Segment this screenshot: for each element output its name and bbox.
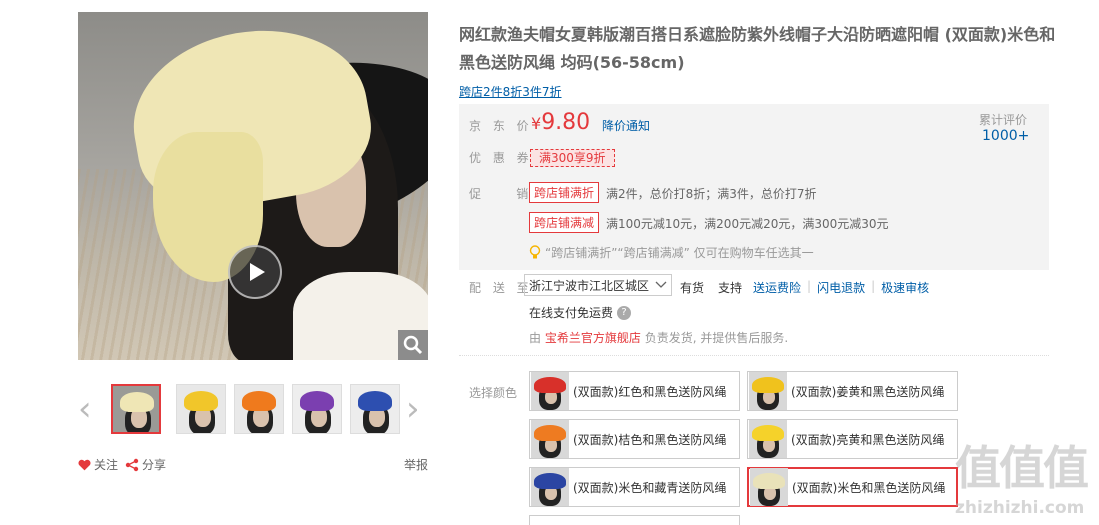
service-fast-review[interactable]: 极速审核 xyxy=(881,279,929,296)
color-option-thumbnail xyxy=(749,372,787,410)
thumbnail-3[interactable] xyxy=(234,384,284,434)
watermark-logo: 值值值 xyxy=(955,441,1089,495)
promotion-label: 促 销 xyxy=(469,187,533,201)
thumbnail-hat xyxy=(242,391,276,411)
color-option-6[interactable]: (双面款)米色和黑色送防风绳 xyxy=(747,467,958,507)
watermark-url: zhizhizhi.com xyxy=(955,498,1085,518)
magnifier-icon xyxy=(403,335,423,355)
color-option-label: (双面款)桔色和黑色送防风绳 xyxy=(573,432,727,447)
price-notify-link[interactable]: 降价通知 xyxy=(602,117,650,134)
share-icon xyxy=(125,458,139,471)
service-list: 送运费险 | 闪电退款 | 极速审核 xyxy=(753,279,930,296)
thumbnail-5[interactable] xyxy=(350,384,400,434)
free-shipping-text: 在线支付免运费 xyxy=(529,306,614,320)
thumbnail-hat xyxy=(120,392,154,412)
heart-icon xyxy=(78,459,91,470)
thumbnail-hat xyxy=(300,391,334,411)
thumbnail-hat xyxy=(184,391,218,411)
lightbulb-icon xyxy=(529,245,541,259)
color-option-4[interactable]: (双面款)亮黄和黑色送防风绳 xyxy=(747,419,958,459)
free-shipping: 在线支付免运费 ? xyxy=(529,304,632,321)
color-option-thumbnail xyxy=(531,420,569,458)
share-label: 分享 xyxy=(142,458,167,472)
follow-button[interactable]: 关注 xyxy=(78,456,118,473)
price: ¥9.80 xyxy=(531,110,590,135)
color-option-label: (双面款)红色和黑色送防风绳 xyxy=(573,384,727,399)
seller-link[interactable]: 宝希兰官方旗舰店 xyxy=(545,331,641,345)
report-link[interactable]: 举报 xyxy=(404,456,428,473)
promo-note-text: “跨店铺满折”“跨店铺满减” 仅可在购物车任选其一 xyxy=(545,246,814,260)
color-option-thumbnail xyxy=(531,468,569,506)
color-option-thumbnail xyxy=(749,420,787,458)
play-icon xyxy=(249,263,265,281)
stock-status: 有货 xyxy=(680,281,705,295)
price-value: 9.80 xyxy=(541,110,591,135)
thumbnail-hat xyxy=(358,391,392,411)
promo-link[interactable]: 跨店2件8折3件7折 xyxy=(459,83,562,100)
service-fast-refund[interactable]: 闪电退款 xyxy=(817,279,865,296)
color-option-label: (双面款)亮黄和黑色送防风绳 xyxy=(791,432,945,447)
coupon-tag[interactable]: 满300享9折 xyxy=(530,149,615,167)
seller-prefix: 由 xyxy=(529,331,542,345)
thumbnail-2[interactable] xyxy=(176,384,226,434)
price-currency: ¥ xyxy=(531,114,542,133)
review-count[interactable]: 1000+ xyxy=(982,128,1029,144)
color-option-label: (双面款)米色和黑色送防风绳 xyxy=(792,480,946,495)
main-product-image[interactable] xyxy=(78,12,428,360)
promo-tag-2[interactable]: 跨店铺满减 xyxy=(529,212,600,233)
color-option-3[interactable]: (双面款)桔色和黑色送防风绳 xyxy=(529,419,740,459)
color-option-thumbnail xyxy=(531,372,569,410)
promo-text-1: 满2件，总价打8折；满3件，总价打7折 xyxy=(606,187,817,201)
thumb-prev-arrow[interactable]: ‹ xyxy=(78,392,92,426)
product-title: 网红款渔夫帽女夏韩版潮百搭日系遮脸防紫外线帽子大沿防晒遮阳帽 (双面款)米色和黑… xyxy=(459,25,1056,72)
color-option-label: (双面款)姜黄和黑色送防风绳 xyxy=(791,384,945,399)
thumb-next-arrow[interactable]: › xyxy=(406,392,420,426)
zoom-button[interactable] xyxy=(398,330,428,360)
color-option-2[interactable]: (双面款)姜黄和黑色送防风绳 xyxy=(747,371,958,411)
share-button[interactable]: 分享 xyxy=(125,456,166,473)
color-option-more[interactable] xyxy=(529,515,740,525)
review-label: 累计评价 xyxy=(979,113,1028,127)
section-divider xyxy=(459,355,1049,356)
color-option-label: (双面款)米色和藏青送防风绳 xyxy=(573,480,727,495)
seller-info: 由 宝希兰官方旗舰店 负责发货, 并提供售后服务. xyxy=(529,329,788,346)
thumbnail-1[interactable] xyxy=(111,384,161,434)
coupon-label: 优 惠 券 xyxy=(469,151,533,165)
color-option-5[interactable]: (双面款)米色和藏青送防风绳 xyxy=(529,467,740,507)
service-freight-insurance[interactable]: 送运费险 xyxy=(753,279,801,296)
seller-suffix: 负责发货, 并提供售后服务. xyxy=(644,331,789,345)
color-option-thumbnail xyxy=(750,468,788,506)
follow-label: 关注 xyxy=(94,458,119,472)
chevron-down-icon xyxy=(655,281,667,288)
address-select[interactable]: 浙江宁波市江北区城区 xyxy=(524,274,672,296)
color-label: 选择颜色 xyxy=(469,386,518,400)
price-label: 京 东 价 xyxy=(469,119,533,133)
promo-note: “跨店铺满折”“跨店铺满减” 仅可在购物车任选其一 xyxy=(529,244,814,261)
promo-text-2: 满100元减10元，满200元减20元，满300元减30元 xyxy=(606,217,889,231)
color-option-1[interactable]: (双面款)红色和黑色送防风绳 xyxy=(529,371,740,411)
address-value: 浙江宁波市江北区城区 xyxy=(529,278,650,293)
promo-tag-1[interactable]: 跨店铺满折 xyxy=(529,182,600,203)
support-label: 支持 xyxy=(718,281,743,295)
help-icon[interactable]: ? xyxy=(617,305,632,320)
video-play-button[interactable] xyxy=(228,245,282,299)
thumbnail-4[interactable] xyxy=(292,384,342,434)
